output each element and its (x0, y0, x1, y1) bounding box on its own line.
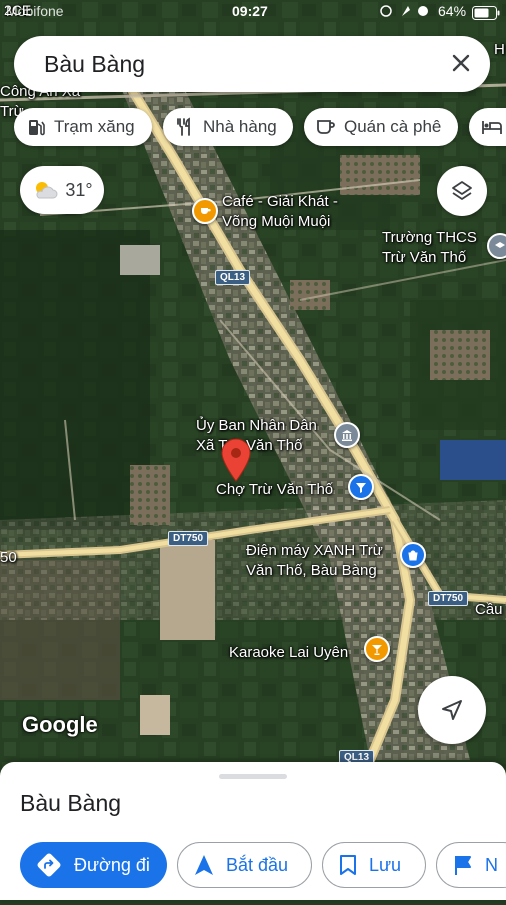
temperature: 31° (65, 179, 93, 200)
bookmark-icon (340, 855, 356, 875)
layers-button[interactable] (437, 166, 487, 216)
map-label-cau: Cầu (475, 601, 503, 618)
save-button[interactable]: Lưu (322, 842, 426, 888)
road-shield-dt750: DT750 (428, 591, 469, 606)
flag-icon (455, 856, 471, 875)
place-title: Bàu Bàng (20, 790, 122, 816)
battery-percentage: 64% (438, 3, 467, 19)
layers-icon (452, 181, 472, 200)
start-label: Bắt đầu (226, 854, 289, 875)
save-label: Lưu (369, 854, 402, 875)
map-label-ubnd[interactable]: Ủy Ban Nhân Dân Xã Trừ Văn Thố (196, 416, 317, 456)
school-marker-icon[interactable] (487, 233, 506, 259)
start-button[interactable]: Bắt đầu (177, 842, 312, 888)
map-label-dien-may[interactable]: Điện máy XANH Trừ Văn Thố, Bàu Bàng (246, 541, 383, 581)
drag-handle[interactable] (219, 774, 287, 779)
my-location-button[interactable] (418, 676, 486, 744)
directions-label: Đường đi (74, 854, 150, 875)
carrier-name: Mobifone (6, 3, 64, 19)
directions-icon (37, 853, 61, 877)
battery-icon (472, 6, 500, 20)
market-marker-icon[interactable] (348, 474, 374, 500)
status-icons (380, 3, 430, 22)
more-button[interactable]: N (436, 842, 506, 888)
place-sheet[interactable]: Bàu Bàng Đường đi Bắt đầu Lưu N (0, 762, 506, 900)
navigation-arrow-icon (195, 855, 213, 875)
weather-widget[interactable]: 31° (20, 166, 104, 214)
road-shield-dt750: DT750 (168, 531, 209, 546)
road-shield-ql13: QL13 (215, 270, 251, 285)
chip-hotel[interactable] (469, 108, 506, 146)
gas-station-icon (29, 120, 45, 136)
government-marker-icon[interactable] (334, 422, 360, 448)
search-bar[interactable]: Bàu Bàng (14, 36, 490, 92)
chip-gas-station[interactable]: Trạm xăng (14, 108, 152, 146)
shopping-marker-icon[interactable] (400, 542, 426, 568)
more-label: N (485, 854, 498, 875)
hotel-icon (482, 121, 502, 134)
map-label-school[interactable]: Trường THCS Trừ Văn Thố (382, 228, 477, 268)
clock: 09:27 (232, 3, 268, 19)
google-logo: Google (22, 712, 98, 737)
chip-label: Trạm xăng (54, 117, 135, 136)
map-label-cafe[interactable]: Café - Giải Khát - Võng Muội Muội (222, 192, 338, 232)
map-label-karaoke[interactable]: Karaoke Lai Uyên (229, 643, 348, 663)
chip-restaurant[interactable]: Nhà hàng (163, 108, 293, 146)
map-label-partial: H (494, 41, 505, 58)
navigation-arrow-icon (442, 700, 462, 720)
restaurant-icon (177, 117, 190, 136)
status-bar: Mobifone 09:27 64% (0, 0, 506, 26)
search-query[interactable]: Bàu Bàng (44, 51, 145, 78)
chip-label: Quán cà phê (344, 117, 442, 136)
directions-button[interactable]: Đường đi (20, 842, 167, 888)
coffee-icon (317, 120, 335, 134)
map-label-cho[interactable]: Chợ Trừ Văn Thố (216, 480, 333, 500)
close-icon[interactable] (448, 50, 474, 76)
map-label-road-number: 50 (0, 549, 17, 566)
location-pin-icon[interactable] (221, 438, 251, 482)
karaoke-marker-icon[interactable] (364, 636, 390, 662)
partly-cloudy-icon (36, 182, 58, 199)
chip-coffee[interactable]: Quán cà phê (304, 108, 458, 146)
cafe-marker-icon[interactable] (192, 198, 218, 224)
chip-label: Nhà hàng (203, 117, 277, 136)
